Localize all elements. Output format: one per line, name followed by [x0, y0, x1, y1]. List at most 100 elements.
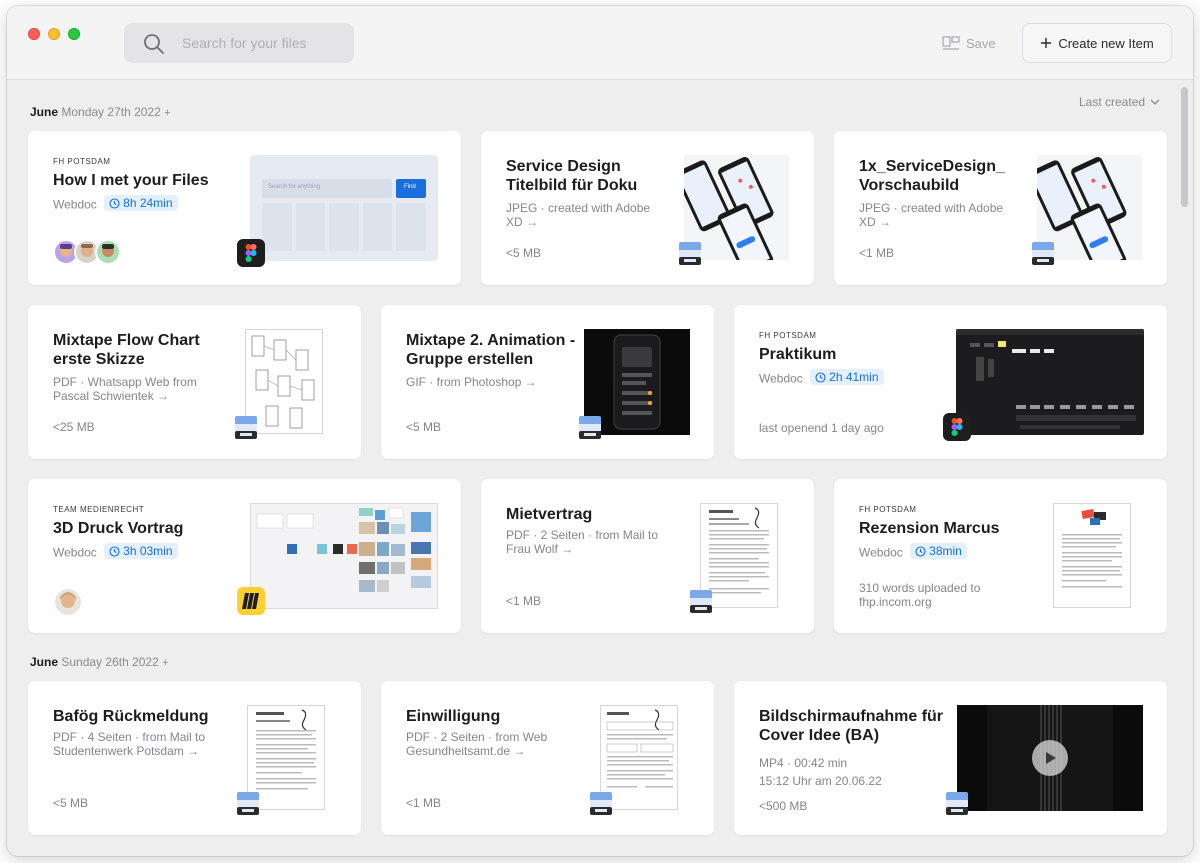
card-type: Webdoc: [859, 545, 903, 560]
card-size: <5 MB: [406, 420, 442, 434]
card-subtitle: MP4 · 00:42 min: [759, 756, 848, 770]
duration-text: 8h 24min: [123, 196, 173, 210]
file-card[interactable]: Mixtape Flow Chart erste Skizze PDF · Wh…: [28, 305, 361, 459]
video-thumbnail[interactable]: [957, 705, 1143, 811]
card-subtitle: GIF · from Photoshop →: [406, 375, 537, 389]
card-title: Mixtape Flow Chart erste Skizze: [53, 332, 200, 368]
file-card[interactable]: Bafög Rückmeldung PDF · 4 Seiten · from …: [28, 681, 361, 835]
create-new-item-button[interactable]: Create new Item: [1022, 23, 1172, 63]
card-title: Service Design Titelbild für Doku: [506, 158, 638, 194]
file-thumbnail: Search for anything Find: [250, 155, 438, 261]
play-button[interactable]: [1032, 740, 1068, 776]
file-card[interactable]: Einwilligung PDF · 2 Seiten · from Web G…: [381, 681, 714, 835]
search-icon: [144, 34, 164, 54]
duration-badge: 2h 41min: [810, 369, 884, 385]
duration-badge: 3h 03min: [104, 543, 178, 559]
file-thumbnail: [956, 329, 1144, 435]
preview-app-icon: [676, 239, 704, 267]
card-tag: FH POTSDAM: [759, 331, 817, 340]
file-card[interactable]: Mietvertrag PDF · 2 Seiten · from Mail t…: [481, 479, 814, 633]
card-words-info: 310 words uploaded to fhp.incom.org: [859, 581, 981, 609]
scrollbar[interactable]: [1181, 87, 1188, 207]
collaborator-avatars[interactable]: [53, 239, 121, 265]
search-bar[interactable]: [124, 23, 354, 63]
card-title: Mixtape 2. Animation - Gruppe erstellen: [406, 332, 576, 368]
card-title: How I met your Files: [53, 172, 209, 189]
card-subtitle: JPEG · created with Adobe XD →: [506, 201, 651, 229]
sort-label: Last created: [1079, 95, 1146, 109]
card-title: 3D Druck Vortrag: [53, 520, 184, 537]
card-subtitle: Webdoc 8h 24min: [53, 195, 253, 212]
date-label: Monday 27th 2022: [61, 105, 161, 119]
duration-badge: 8h 24min: [104, 195, 178, 211]
save-button[interactable]: Save: [942, 33, 996, 53]
date-header: June Monday 27th 2022 +: [30, 105, 171, 119]
duration-text: 2h 41min: [829, 370, 879, 384]
file-card[interactable]: Mixtape 2. Animation - Gruppe erstellen …: [381, 305, 714, 459]
card-type: Webdoc: [53, 197, 97, 212]
zoom-window-button[interactable]: [68, 28, 80, 40]
card-size: <1 MB: [406, 796, 442, 810]
date-header: June Sunday 26th 2022 +: [30, 655, 169, 669]
thumbnail-button-text: Find: [396, 179, 426, 198]
play-icon: [1046, 752, 1056, 764]
card-title: Bildschirmaufnahme für Cover Idee (BA): [759, 708, 944, 744]
miro-icon: [237, 587, 265, 615]
card-subtitle: PDF · 4 Seiten · from Mail to Studentenw…: [53, 730, 206, 758]
card-tag: FH POTSDAM: [859, 505, 917, 514]
file-card[interactable]: FH POTSDAM Rezension Marcus Webdoc 38min…: [834, 479, 1167, 633]
clock-icon: [109, 197, 120, 209]
sort-dropdown[interactable]: Last created: [1079, 95, 1160, 109]
add-to-group-button[interactable]: +: [164, 107, 170, 119]
minimize-window-button[interactable]: [48, 28, 60, 40]
save-icon: [942, 36, 960, 50]
file-card[interactable]: TEAM MEDIENRECHT 3D Druck Vortrag Webdoc…: [28, 479, 461, 633]
file-card[interactable]: FH POTSDAM Praktikum Webdoc 2h 41min las…: [734, 305, 1167, 459]
preview-app-icon: [587, 789, 615, 817]
close-window-button[interactable]: [28, 28, 40, 40]
file-card[interactable]: Bildschirmaufnahme für Cover Idee (BA) M…: [734, 681, 1167, 835]
preview-app-icon: [232, 413, 260, 441]
card-size: <500 MB: [759, 799, 808, 813]
card-size: <5 MB: [506, 246, 542, 260]
thumbnail-search-text: Search for anything: [262, 179, 392, 198]
app-window: Save Create new Item June Monday 27th 20…: [7, 6, 1193, 856]
search-input[interactable]: [182, 23, 342, 63]
card-title: Bafög Rückmeldung: [53, 708, 209, 725]
plus-icon: [1041, 38, 1052, 48]
card-title: Mietvertrag: [506, 506, 593, 523]
card-title: Rezension Marcus: [859, 520, 1000, 537]
file-card[interactable]: 1x_ServiceDesign_ Vorschaubild JPEG · cr…: [834, 131, 1167, 285]
card-timestamp: 15:12 Uhr am 20.06.22: [759, 774, 882, 788]
card-size: <1 MB: [859, 246, 895, 260]
avatar[interactable]: [53, 587, 83, 617]
preview-app-icon: [576, 413, 604, 441]
card-tag: TEAM MEDIENRECHT: [53, 505, 145, 514]
figma-icon: [237, 239, 265, 267]
clock-icon: [915, 545, 926, 557]
duration-badge: 38min: [910, 543, 967, 559]
file-thumbnail: [1053, 503, 1131, 608]
save-label: Save: [966, 35, 996, 51]
card-type: Webdoc: [53, 545, 97, 560]
clock-icon: [109, 545, 120, 557]
file-card[interactable]: Service Design Titelbild für Doku JPEG ·…: [481, 131, 814, 285]
add-to-group-button[interactable]: +: [162, 657, 168, 669]
card-subtitle: PDF · 2 Seiten · from Web Gesundheitsamt…: [406, 730, 548, 758]
create-label: Create new Item: [1058, 35, 1154, 51]
card-subtitle: PDF · Whatsapp Web from Pascal Schwiente…: [53, 375, 197, 403]
avatar[interactable]: [95, 239, 121, 265]
preview-app-icon: [943, 789, 971, 817]
date-month: June: [30, 655, 59, 669]
collaborator-avatars[interactable]: [53, 587, 83, 617]
file-card[interactable]: FH POTSDAM How I met your Files Webdoc 8…: [28, 131, 461, 285]
card-subtitle: Webdoc 38min: [859, 543, 1059, 560]
card-size: <5 MB: [53, 796, 89, 810]
content-area: June Monday 27th 2022 + Last created FH …: [7, 81, 1193, 856]
card-subtitle: PDF · 2 Seiten · from Mail to Frau Wolf …: [506, 528, 659, 556]
card-subtitle: Webdoc 3h 03min: [53, 543, 253, 560]
figma-icon: [943, 413, 971, 441]
card-size: <25 MB: [53, 420, 95, 434]
file-thumbnail: [250, 503, 438, 609]
card-type: Webdoc: [759, 371, 803, 386]
